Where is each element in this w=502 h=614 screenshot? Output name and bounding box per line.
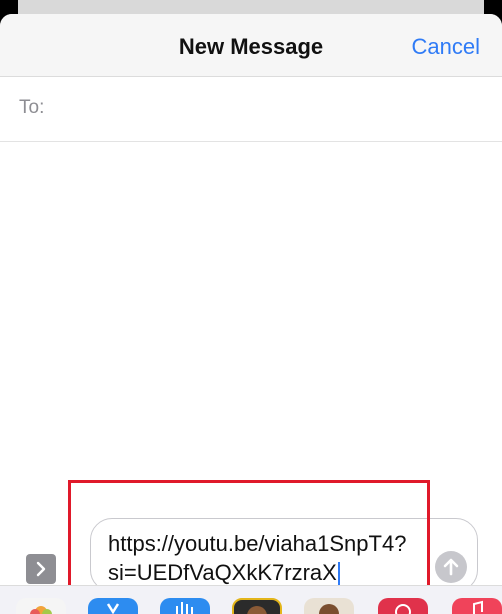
chevron-right-icon [36, 561, 46, 577]
photos-app-icon[interactable] [16, 598, 66, 614]
arrow-up-icon [443, 558, 459, 576]
recipient-row: To: [0, 77, 502, 142]
message-thread-area [0, 142, 502, 502]
app-store-icon[interactable] [88, 598, 138, 614]
new-message-sheet: New Message Cancel To: https://youtu.be/… [0, 14, 502, 613]
audio-messages-icon[interactable] [160, 598, 210, 614]
recipient-input[interactable] [60, 89, 484, 129]
text-cursor [337, 562, 340, 587]
message-input[interactable]: https://youtu.be/viaha1SnpT4? si=UEDfVaQ… [90, 518, 478, 592]
music-app-icon[interactable] [452, 598, 502, 614]
to-label: To: [19, 97, 45, 118]
cancel-button[interactable]: Cancel [412, 34, 480, 60]
apps-toggle-button[interactable] [26, 554, 56, 584]
digital-touch-icon[interactable] [378, 598, 428, 614]
app-strip [0, 585, 502, 614]
memoji-stickers-icon[interactable] [304, 598, 354, 614]
message-line-1: https://youtu.be/viaha1SnpT4? [108, 531, 407, 556]
message-text[interactable]: https://youtu.be/viaha1SnpT4? si=UEDfVaQ… [108, 529, 428, 587]
memoji-icon[interactable] [232, 598, 282, 614]
message-line-2: si=UEDfVaQXkK7rzraX [108, 560, 337, 585]
send-button[interactable] [435, 551, 467, 583]
navigation-bar: New Message Cancel [0, 14, 502, 77]
